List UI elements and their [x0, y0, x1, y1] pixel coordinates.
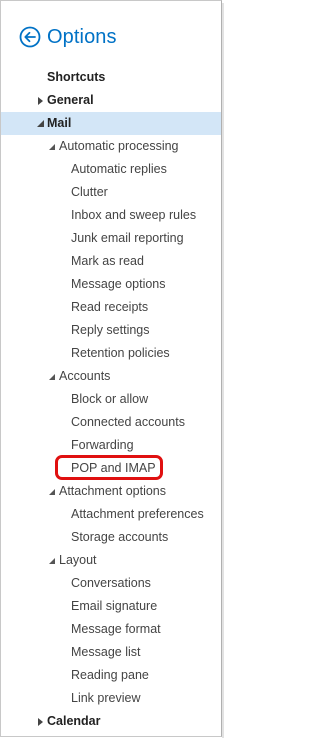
nav-item-general[interactable]: General: [1, 89, 221, 112]
nav-item-conversations[interactable]: Conversations: [1, 572, 221, 595]
nav-item-label: Automatic replies: [71, 162, 167, 176]
nav-item-label: Link preview: [71, 691, 141, 705]
nav-group-layout[interactable]: Layout: [1, 549, 221, 572]
page-title: Options: [47, 26, 117, 48]
nav-group-label: Layout: [59, 553, 97, 567]
nav-item-message-format[interactable]: Message format: [1, 618, 221, 641]
nav-item-mail[interactable]: Mail: [1, 112, 221, 135]
nav-item-inbox-and-sweep-rules[interactable]: Inbox and sweep rules: [1, 204, 221, 227]
nav-item-label: Message list: [71, 645, 141, 659]
nav-item-label: Connected accounts: [71, 415, 185, 429]
options-navigation-pane: Options Shortcuts General Mail Automatic…: [0, 0, 224, 738]
nav-item-attachment-preferences[interactable]: Attachment preferences: [1, 503, 221, 526]
caret-down-icon[interactable]: [47, 365, 57, 388]
nav-item-label: Forwarding: [71, 438, 134, 452]
nav-group-accounts[interactable]: Accounts: [1, 365, 221, 388]
nav-item-label: Junk email reporting: [71, 231, 184, 245]
nav-item-label: Clutter: [71, 185, 108, 199]
nav-item-label: Retention policies: [71, 346, 170, 360]
caret-right-icon[interactable]: [35, 710, 45, 733]
nav-item-forwarding[interactable]: Forwarding: [1, 434, 221, 457]
nav-item-label: Message format: [71, 622, 161, 636]
nav-item-label: Reading pane: [71, 668, 149, 682]
nav-item-automatic-replies[interactable]: Automatic replies: [1, 158, 221, 181]
nav-item-pop-and-imap[interactable]: POP and IMAP: [1, 457, 221, 480]
back-arrow-circle-icon[interactable]: [19, 26, 41, 48]
caret-right-icon[interactable]: [35, 89, 45, 112]
options-header: Options: [19, 23, 117, 51]
nav-item-label: Storage accounts: [71, 530, 169, 544]
nav-item-reply-settings[interactable]: Reply settings: [1, 319, 221, 342]
nav-item-link-preview[interactable]: Link preview: [1, 687, 221, 710]
nav-item-label: Block or allow: [71, 392, 149, 406]
nav-group-attachment-options[interactable]: Attachment options: [1, 480, 221, 503]
nav-item-junk-email-reporting[interactable]: Junk email reporting: [1, 227, 221, 250]
nav-item-connected-accounts[interactable]: Connected accounts: [1, 411, 221, 434]
nav-item-read-receipts[interactable]: Read receipts: [1, 296, 221, 319]
nav-item-label: Email signature: [71, 599, 158, 613]
nav-item-label: Reply settings: [71, 323, 150, 337]
nav-item-label: General: [47, 93, 94, 107]
nav-item-block-or-allow[interactable]: Block or allow: [1, 388, 221, 411]
nav-item-label: Message options: [71, 277, 166, 291]
nav-item-label: Attachment preferences: [71, 507, 204, 521]
caret-down-icon[interactable]: [47, 480, 57, 503]
nav-item-message-list[interactable]: Message list: [1, 641, 221, 664]
nav-group-label: Automatic processing: [59, 139, 179, 153]
nav-item-clutter[interactable]: Clutter: [1, 181, 221, 204]
nav-item-label: Read receipts: [71, 300, 149, 314]
caret-down-icon[interactable]: [47, 549, 57, 572]
nav-item-label: Calendar: [47, 714, 101, 728]
nav-group-label: Accounts: [59, 369, 111, 383]
nav-item-email-signature[interactable]: Email signature: [1, 595, 221, 618]
nav-item-reading-pane[interactable]: Reading pane: [1, 664, 221, 687]
nav-item-label: Mail: [47, 116, 72, 130]
nav-item-message-options[interactable]: Message options: [1, 273, 221, 296]
nav-item-label: Inbox and sweep rules: [71, 208, 197, 222]
nav-item-mark-as-read[interactable]: Mark as read: [1, 250, 221, 273]
nav-item-shortcuts[interactable]: Shortcuts: [1, 66, 221, 89]
nav-item-label: Shortcuts: [47, 70, 106, 84]
nav-group-label: Attachment options: [59, 484, 167, 498]
nav-item-retention-policies[interactable]: Retention policies: [1, 342, 221, 365]
nav-item-storage-accounts[interactable]: Storage accounts: [1, 526, 221, 549]
nav-item-calendar[interactable]: Calendar: [1, 710, 221, 733]
nav-item-label: Mark as read: [71, 254, 144, 268]
nav-group-automatic-processing[interactable]: Automatic processing: [1, 135, 221, 158]
options-tree: Shortcuts General Mail Automatic process…: [1, 66, 221, 733]
caret-down-icon[interactable]: [47, 135, 57, 158]
nav-item-label: POP and IMAP: [71, 461, 156, 475]
caret-down-icon[interactable]: [35, 112, 45, 135]
nav-item-label: Conversations: [71, 576, 151, 590]
